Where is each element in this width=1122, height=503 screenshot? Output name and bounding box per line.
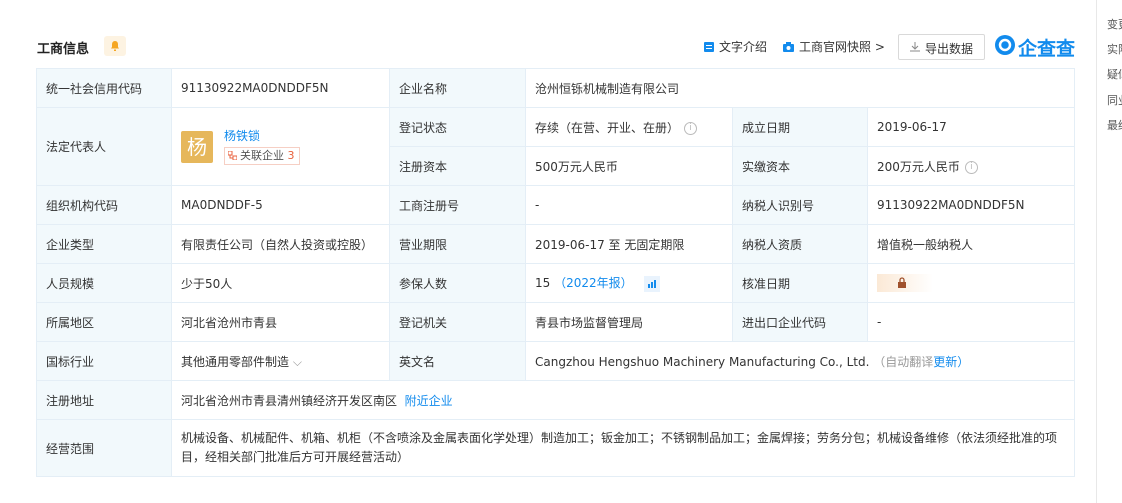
business-info-table: 统一社会信用代码 91130922MA0DNDDF5N 企业名称 沧州恒铄机械制… [36, 68, 1076, 477]
reg-address-cell: 河北省沧州市青县清州镇经济开发区南区 附近企业 [170, 380, 1076, 420]
founded-label: 成立日期 [732, 107, 868, 147]
section-title: 工商信息 [37, 42, 90, 57]
founded-value: 2019-06-17 [866, 107, 1076, 147]
related-companies-badge[interactable]: 关联企业 3 [224, 146, 300, 165]
company-type-value: 有限责任公司（自然人投资或控股） [171, 224, 390, 264]
reg-capital-value: 500万元人民币 [525, 146, 733, 186]
chart-icon[interactable] [644, 275, 661, 292]
update-link[interactable]: 更新） [933, 355, 969, 369]
business-scope-label: 经营范围 [36, 419, 172, 477]
table-row: 组织机构代码 MA0DNDDF-5 工商注册号 - 纳税人识别号 9113092… [36, 185, 1076, 225]
camera-icon [783, 42, 794, 52]
right-sidebar-item[interactable]: 最终 [1107, 117, 1122, 133]
right-sidebar-item[interactable]: 疑似 [1107, 66, 1122, 82]
taxpayer-qual-label: 纳税人资质 [732, 224, 868, 264]
term-value: 2019-06-17 至 无固定期限 [525, 224, 733, 264]
right-sidebar-item[interactable]: 实际 [1107, 41, 1122, 57]
reg-address-label: 注册地址 [36, 380, 172, 420]
insured-label: 参保人数 [389, 263, 526, 303]
taxpayer-id-value: 91130922MA0DNDDF5N [866, 185, 1076, 225]
taxpayer-id-label: 纳税人识别号 [732, 185, 868, 225]
chevron-right-icon: > [871, 40, 885, 54]
english-name-cell: Cangzhou Hengshuo Machinery Manufacturin… [524, 341, 1076, 381]
doc-icon [704, 42, 714, 52]
download-icon [910, 42, 920, 52]
right-sidebar-item[interactable]: 同业 [1107, 92, 1122, 108]
nearby-companies-link[interactable]: 附近企业 [405, 394, 453, 408]
official-snapshot-link[interactable]: 工商官网快照 > [799, 38, 885, 55]
export-button[interactable]: 导出数据 [898, 34, 985, 60]
taxpayer-qual-value: 增值税一般纳税人 [866, 224, 1076, 264]
lock-icon [898, 277, 906, 288]
paid-capital-label: 实缴资本 [732, 146, 868, 186]
info-icon[interactable]: i [964, 160, 978, 174]
info-icon[interactable]: i [684, 121, 698, 135]
legal-rep-label: 法定代表人 [36, 107, 172, 186]
legal-rep-cell: 杨 杨铁锁 关联企业 3 [171, 107, 390, 186]
insured-cell: 15 （2022年报） [525, 263, 733, 303]
legal-rep-name[interactable]: 杨铁锁 [224, 127, 260, 144]
credit-code-label: 统一社会信用代码 [36, 68, 172, 108]
table-row: 统一社会信用代码 91130922MA0DNDDF5N 企业名称 沧州恒铄机械制… [36, 68, 1076, 108]
company-name-label: 企业名称 [389, 68, 526, 108]
insured-count: 15 [535, 276, 551, 291]
table-row: 企业类型 有限责任公司（自然人投资或控股） 营业期限 2019-06-17 至 … [36, 224, 1076, 264]
term-label: 营业期限 [389, 224, 526, 264]
paid-capital-cell: 200万元人民币 i [866, 146, 1076, 186]
table-row: 法定代表人 杨 杨铁锁 关联企业 3 登记状态 存续（在营、开业、在册） i 成立… [36, 107, 1076, 186]
table-row: 注册地址 河北省沧州市青县清州镇经济开发区南区 附近企业 [36, 380, 1076, 420]
right-sidebar: 变更 实际 疑似 同业 最终 [1096, 0, 1122, 503]
region-value: 河北省沧州市青县 [171, 302, 390, 342]
industry-label: 国标行业 [36, 341, 172, 381]
reg-authority-value: 青县市场监督管理局 [525, 302, 733, 342]
industry-cell[interactable]: 其他通用零部件制造 ⌵ [171, 341, 390, 381]
reg-no-value: - [525, 185, 733, 225]
company-name-value: 沧州恒铄机械制造有限公司 [524, 68, 1076, 108]
reg-authority-label: 登记机关 [389, 302, 526, 342]
business-scope-value: 机械设备、机械配件、机箱、机柜（不含喷涂及金属表面化学处理）制造加工；钣金加工；… [170, 419, 1076, 477]
locked-value[interactable] [877, 274, 933, 292]
bell-icon [111, 41, 119, 51]
staff-size-value: 少于50人 [171, 263, 390, 303]
chevron-down-icon: ⌵ [292, 354, 302, 369]
business-info-card: 工商信息 文字介绍 工商官网快照 > 导出数据 企查查 统一社会信用代码 911… [0, 0, 1096, 503]
english-name-label: 英文名 [389, 341, 526, 381]
ie-code-label: 进出口企业代码 [732, 302, 868, 342]
right-sidebar-item[interactable]: 变更 [1107, 16, 1122, 32]
link-icon [228, 150, 237, 160]
qichacha-logo: 企查查 [995, 33, 1075, 60]
reg-status-cell: 存续（在营、开业、在册） i [525, 107, 733, 147]
credit-code-value: 91130922MA0DNDDF5N [171, 68, 390, 108]
ie-code-value: - [866, 302, 1076, 342]
table-row: 国标行业 其他通用零部件制造 ⌵ 英文名 Cangzhou Hengshuo M… [36, 341, 1076, 381]
text-intro-link[interactable]: 文字介绍 [719, 38, 767, 55]
staff-size-label: 人员规模 [36, 263, 172, 303]
region-label: 所属地区 [36, 302, 172, 342]
reg-capital-label: 注册资本 [389, 146, 526, 186]
table-row: 所属地区 河北省沧州市青县 登记机关 青县市场监督管理局 进出口企业代码 - [36, 302, 1076, 342]
reg-no-label: 工商注册号 [389, 185, 526, 225]
org-code-label: 组织机构代码 [36, 185, 172, 225]
annual-report-link[interactable]: （2022年报） [554, 276, 633, 290]
company-type-label: 企业类型 [36, 224, 172, 264]
table-row: 经营范围 机械设备、机械配件、机箱、机柜（不含喷涂及金属表面化学处理）制造加工；… [36, 419, 1076, 477]
approval-date-label: 核准日期 [732, 263, 868, 303]
table-row: 人员规模 少于50人 参保人数 15 （2022年报） 核准日期 [36, 263, 1076, 303]
avatar[interactable]: 杨 [181, 130, 213, 163]
org-code-value: MA0DNDDF-5 [171, 185, 390, 225]
reg-status-label: 登记状态 [389, 107, 526, 147]
subscribe-bell[interactable] [104, 36, 126, 56]
approval-date-cell [866, 263, 1076, 303]
